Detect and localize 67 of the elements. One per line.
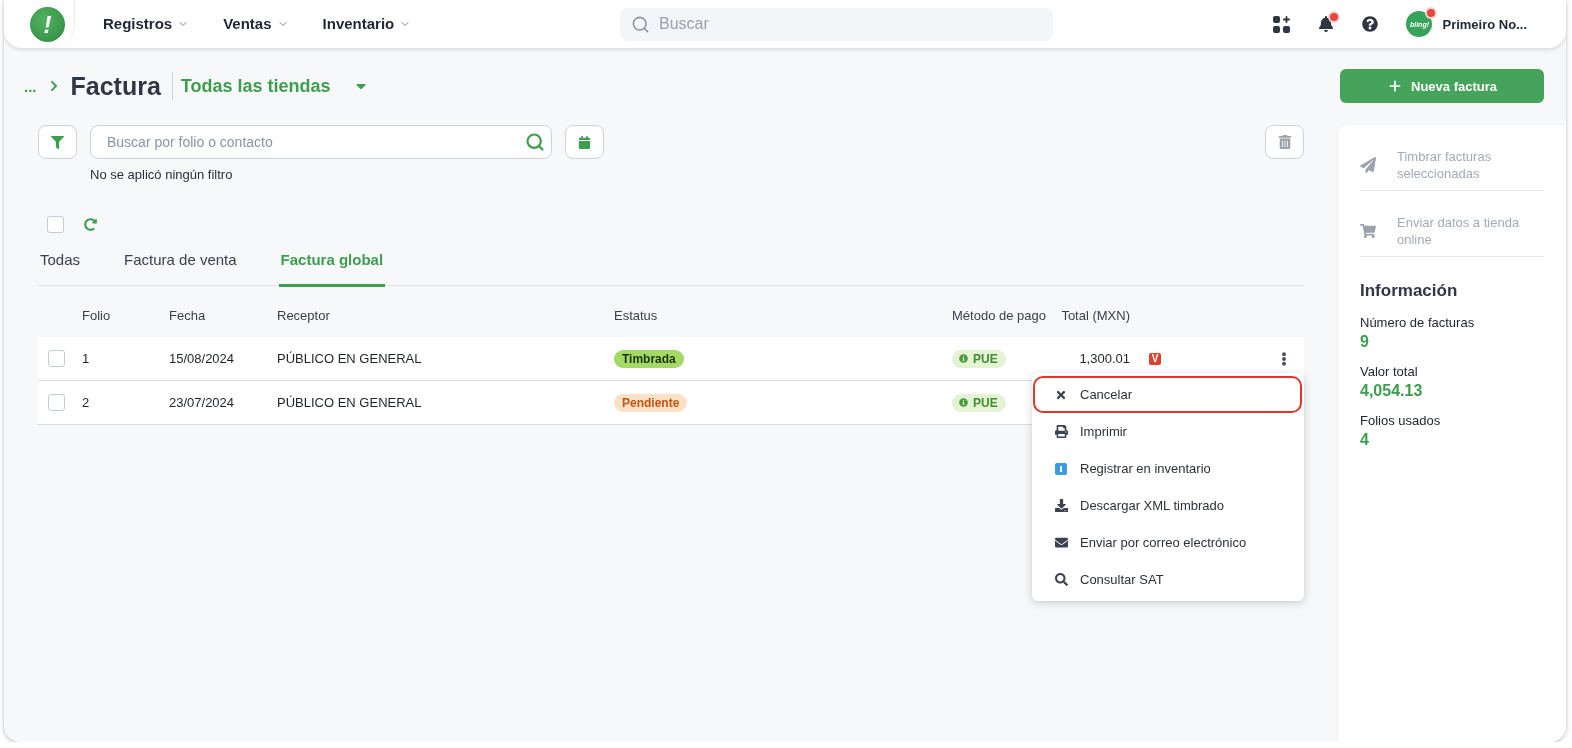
search-icon bbox=[525, 132, 545, 152]
nav-menu[interactable]: Registros bbox=[103, 15, 190, 33]
select-all-checkbox[interactable] bbox=[47, 216, 64, 233]
payment-method-text: PUE bbox=[973, 395, 998, 410]
menu-item[interactable]: Descargar XML timbrado bbox=[1033, 487, 1302, 524]
stat-value: 4,054.13 bbox=[1360, 381, 1423, 401]
tab[interactable]: Todas bbox=[38, 244, 83, 287]
tab[interactable]: Factura de venta bbox=[122, 244, 239, 287]
table-cell: 15/08/2024 bbox=[169, 351, 235, 366]
envelope-icon bbox=[1054, 536, 1068, 549]
column-header: Método de pago bbox=[952, 307, 1046, 323]
filter-button[interactable] bbox=[38, 125, 77, 159]
stat-label: Folios usados bbox=[1360, 413, 1441, 429]
menu-item[interactable]: Registrar en inventario bbox=[1033, 450, 1302, 487]
column-header: Fecha bbox=[169, 307, 206, 323]
printer-icon bbox=[1054, 425, 1068, 438]
column-header: Folio bbox=[82, 307, 111, 323]
status-badge: Pendiente bbox=[614, 393, 688, 412]
calendar-icon bbox=[578, 135, 591, 149]
help-icon[interactable] bbox=[1362, 16, 1379, 32]
close-icon bbox=[1055, 388, 1067, 401]
table-cell: 2 bbox=[82, 395, 90, 410]
calendar-button[interactable] bbox=[565, 125, 604, 159]
paper-plane-icon bbox=[1360, 157, 1376, 173]
menu-item[interactable]: Cancelar bbox=[1033, 376, 1302, 413]
search-field[interactable]: Buscar bbox=[620, 7, 1053, 41]
search-field[interactable]: Buscar por folio o contacto bbox=[90, 125, 552, 159]
table-cell: 1,300.01 bbox=[1079, 351, 1130, 366]
table-cell: PÚBLICO EN GENERAL bbox=[277, 395, 422, 410]
search-icon bbox=[631, 14, 650, 34]
row-checkbox[interactable] bbox=[48, 394, 65, 411]
stat-label: Número de facturas bbox=[1360, 315, 1475, 331]
refresh-icon[interactable] bbox=[84, 218, 97, 231]
column-header: Total (MXN) bbox=[1061, 307, 1130, 323]
bell-icon[interactable] bbox=[1318, 16, 1335, 32]
page-title: Factura bbox=[70, 71, 161, 101]
search-icon bbox=[1054, 573, 1068, 586]
square-bar-icon bbox=[1055, 462, 1067, 475]
menu-item[interactable]: Imprimir bbox=[1033, 413, 1302, 450]
nav-menu[interactable]: Ventas bbox=[223, 15, 289, 33]
plus-icon bbox=[1387, 78, 1403, 94]
payment-method-text: PUE bbox=[973, 351, 998, 366]
column-header: Receptor bbox=[277, 307, 330, 323]
nav-menu[interactable]: Inventario bbox=[322, 15, 412, 33]
table-cell: 23/07/2024 bbox=[169, 395, 235, 410]
table-cell: PÚBLICO EN GENERAL bbox=[277, 351, 422, 366]
info-icon bbox=[959, 398, 968, 407]
menu-item[interactable]: Consultar SAT bbox=[1033, 561, 1302, 598]
delete-button[interactable] bbox=[1265, 125, 1304, 159]
column-header: Estatus bbox=[614, 307, 658, 323]
stat-value: 9 bbox=[1360, 332, 1369, 352]
row-checkbox[interactable] bbox=[48, 350, 65, 367]
status-badge: Timbrada bbox=[614, 349, 684, 368]
trash-icon bbox=[1277, 135, 1292, 149]
stat-label: Valor total bbox=[1360, 364, 1418, 380]
menu-item[interactable]: Enviar por correo electrónico bbox=[1033, 524, 1302, 561]
user-name[interactable]: Primeiro No... bbox=[1442, 16, 1527, 32]
info-icon bbox=[959, 354, 968, 363]
table-cell: 1 bbox=[82, 351, 90, 366]
stat-value: 4 bbox=[1360, 430, 1369, 450]
filter-status-text: No se aplicó ningún filtro bbox=[90, 167, 233, 183]
cart-icon bbox=[1360, 223, 1376, 239]
apps-icon[interactable] bbox=[1273, 15, 1291, 33]
section-title: Información bbox=[1360, 281, 1459, 301]
letter-tag: V bbox=[1149, 352, 1161, 365]
filter-icon bbox=[51, 135, 64, 149]
download-icon bbox=[1054, 499, 1068, 512]
